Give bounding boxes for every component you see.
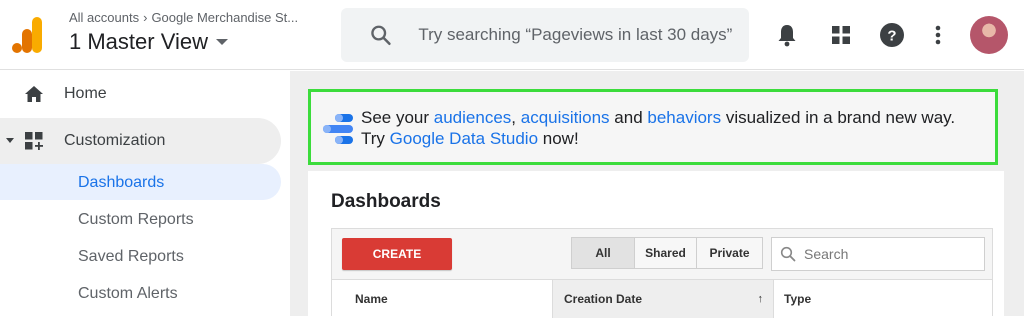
sidebar-item-label: Custom Alerts [78,285,178,302]
sort-arrow-icon: ↑ [757,293,764,305]
breadcrumb-property: Google Merchandise St... [151,10,299,25]
column-header-label: Type [784,292,812,306]
link-acquisitions[interactable]: acquisitions [521,108,610,127]
search-icon [780,246,796,262]
link-behaviors[interactable]: behaviors [647,108,721,127]
sidebar-item-custom-alerts[interactable]: Custom Alerts [0,275,281,311]
link-google-data-studio[interactable]: Google Data Studio [390,129,538,148]
main-content: See your audiences, acquisitions and beh… [290,71,1024,318]
table-search-input[interactable] [804,246,984,262]
table-search[interactable] [771,237,985,271]
filter-shared-button[interactable]: Shared [635,237,697,269]
dashboards-table: CREATE All Shared Private Name Creation … [331,228,993,318]
search-icon [371,25,391,46]
apps-grid-icon[interactable] [827,21,855,49]
column-header-label: Creation Date [564,292,643,306]
view-selector[interactable]: 1 Master View [69,29,331,55]
banner-text-sep: , [511,108,521,127]
banner-text-suffix: now! [538,129,579,148]
sidebar-item-label: Custom Reports [78,211,194,228]
analytics-logo-icon[interactable] [12,17,44,53]
chevron-right-icon: › [143,10,148,25]
caret-down-icon [215,39,228,45]
global-search[interactable] [341,8,749,62]
account-selector[interactable]: All accounts › Google Merchandise St... 1 … [69,10,331,55]
column-header-label: Name [355,292,388,306]
svg-text:?: ? [887,28,896,45]
view-name: 1 Master View [69,29,208,54]
filter-private-button[interactable]: Private [697,237,763,269]
column-header-name[interactable]: Name [355,280,551,318]
sidebar-item-label: Dashboards [78,174,165,191]
caret-down-icon [6,138,14,143]
banner-text-prefix: See your [361,108,434,127]
sidebar-item-saved-reports[interactable]: Saved Reports [0,238,281,274]
banner-text-sep: and [609,108,648,127]
dashboard-customize-icon [25,132,43,150]
sidebar-item-customization[interactable]: Customization [0,118,281,164]
bell-icon[interactable] [773,21,801,49]
column-header-type[interactable]: Type [784,280,984,318]
column-header-creation-date[interactable]: Creation Date ↑ [552,280,774,318]
sidebar: Home Customization Dashboards Custom Rep… [0,71,290,316]
global-search-input[interactable] [418,25,749,45]
breadcrumb-root: All accounts [69,10,140,25]
breadcrumb: All accounts › Google Merchandise St... [69,10,331,25]
create-button[interactable]: CREATE [342,238,452,270]
sidebar-item-custom-reports[interactable]: Custom Reports [0,201,281,237]
dashboards-panel: Dashboards CREATE All Shared Private Nam… [308,171,1004,318]
sidebar-item-home[interactable]: Home [0,77,290,111]
page-title: Dashboards [331,191,441,212]
table-header: Name Creation Date ↑ Type [332,279,992,318]
banner-message: See your audiences, acquisitions and beh… [361,107,981,149]
filter-all-button[interactable]: All [571,237,635,269]
home-icon [25,86,43,102]
filter-segmented-control: All Shared Private [571,237,763,269]
top-bar: All accounts › Google Merchandise St... 1 … [0,0,1024,70]
data-studio-banner: See your audiences, acquisitions and beh… [308,89,998,165]
sidebar-item-label: Customization [64,132,166,149]
sidebar-item-label: Home [64,85,107,102]
help-icon[interactable]: ? [878,21,906,49]
link-audiences[interactable]: audiences [434,108,512,127]
avatar[interactable] [970,16,1008,54]
more-vert-icon[interactable] [924,21,952,49]
sidebar-item-label: Saved Reports [78,248,184,265]
data-studio-logo-icon [323,114,353,144]
sidebar-item-dashboards[interactable]: Dashboards [0,164,281,200]
